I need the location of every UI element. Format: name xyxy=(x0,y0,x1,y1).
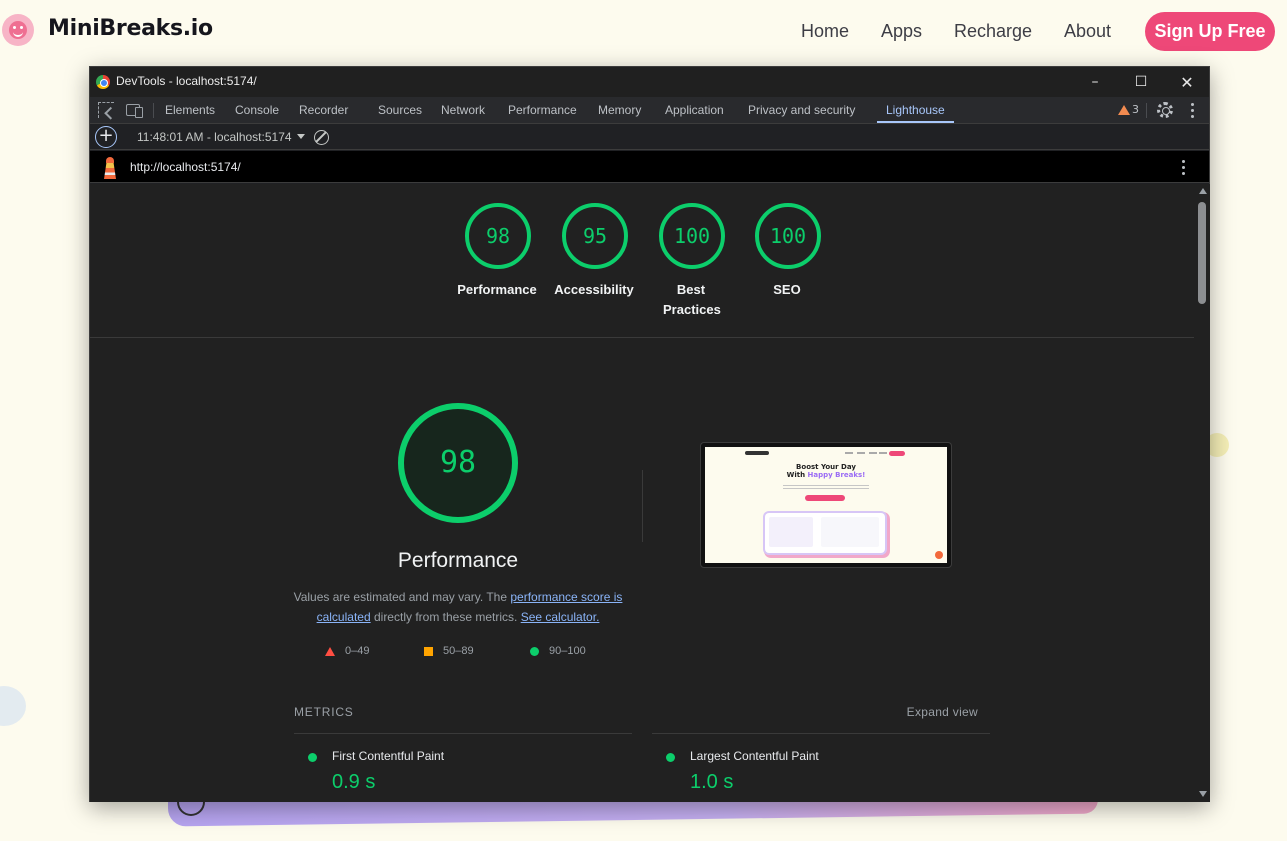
nav-apps-link[interactable]: Apps xyxy=(881,21,922,42)
metric-value: 1.0 s xyxy=(690,771,734,793)
gauge-label: Accessibility xyxy=(554,282,634,297)
devtools-tabbar: Elements Console Recorder Sources Networ… xyxy=(90,97,1209,124)
metric-value: 0.9 s xyxy=(332,771,376,793)
tab-performance[interactable]: Performance xyxy=(508,97,577,123)
expand-view-toggle[interactable]: Expand view xyxy=(907,705,978,719)
tab-privacy-security[interactable]: Privacy and security xyxy=(748,97,855,123)
legend-label: 0–49 xyxy=(345,645,370,657)
legend-fail: 0–49 xyxy=(325,645,369,657)
maximize-button[interactable]: ☐ xyxy=(1118,67,1164,97)
gauge-score: 100 xyxy=(673,224,711,248)
legend-pass: 90–100 xyxy=(530,645,586,657)
device-toolbar-icon[interactable] xyxy=(126,104,143,118)
metric-name: Largest Contentful Paint xyxy=(690,749,819,763)
window-title: DevTools - localhost:5174/ xyxy=(116,74,257,88)
report-url: http://localhost:5174/ xyxy=(130,160,241,174)
report-selector[interactable]: 11:48:01 AM - localhost:5174 xyxy=(137,130,305,144)
warnings-badge[interactable]: 3 xyxy=(1118,103,1139,116)
signup-button[interactable]: Sign Up Free xyxy=(1145,12,1275,51)
metric-name: First Contentful Paint xyxy=(332,749,445,763)
close-button[interactable]: ✕ xyxy=(1164,67,1210,97)
site-logo-icon[interactable] xyxy=(2,14,34,46)
legend-label: 50–89 xyxy=(443,645,474,657)
category-title: Performance xyxy=(397,549,519,572)
tab-elements[interactable]: Elements xyxy=(165,97,215,123)
metric-lcp: Largest Contentful Paint 1.0 s xyxy=(652,733,990,802)
decorative-circle xyxy=(0,686,26,726)
gauge-score: 95 xyxy=(582,224,608,248)
site-header: MiniBreaks.io Home Apps Recharge About S… xyxy=(0,0,1287,64)
see-calculator-link[interactable]: See calculator. xyxy=(521,610,600,624)
warning-count: 3 xyxy=(1132,103,1139,116)
tab-network[interactable]: Network xyxy=(441,97,485,123)
warning-icon xyxy=(1118,104,1130,115)
tab-lighthouse[interactable]: Lighthouse xyxy=(877,97,954,123)
nav-about-link[interactable]: About xyxy=(1064,21,1111,42)
clear-reports-icon[interactable] xyxy=(314,130,329,145)
scroll-down-arrow-icon[interactable] xyxy=(1199,791,1207,797)
pass-circle-icon xyxy=(666,753,675,762)
divider xyxy=(90,337,1194,338)
performance-description: Values are estimated and may vary. The p… xyxy=(288,587,628,627)
gauge-label: Performance xyxy=(457,282,537,297)
report-menu-icon[interactable] xyxy=(1182,160,1186,178)
description-text: Values are estimated and may vary. The xyxy=(293,590,511,604)
metric-fcp: First Contentful Paint 0.9 s xyxy=(294,733,632,802)
circle-icon xyxy=(530,646,539,656)
triangle-icon xyxy=(325,646,335,656)
settings-gear-icon[interactable] xyxy=(1157,102,1173,118)
scroll-up-arrow-icon[interactable] xyxy=(1199,188,1207,194)
legend-average: 50–89 xyxy=(424,645,474,657)
site-brand[interactable]: MiniBreaks.io xyxy=(48,16,213,41)
report-url-bar: http://localhost:5174/ xyxy=(90,151,1209,183)
divider xyxy=(1146,103,1147,118)
square-icon xyxy=(424,646,433,656)
lighthouse-icon xyxy=(103,157,117,179)
scroll-thumb[interactable] xyxy=(1198,202,1206,304)
lighthouse-toolbar: + 11:48:01 AM - localhost:5174 xyxy=(90,124,1209,150)
final-screenshot-thumbnail[interactable]: Boost Your Day With Happy Breaks! xyxy=(701,443,951,567)
divider xyxy=(153,103,154,118)
tab-application[interactable]: Application xyxy=(665,97,724,123)
gauge-label: Best Practices xyxy=(663,282,721,317)
inspect-element-icon[interactable] xyxy=(98,102,114,118)
tab-console[interactable]: Console xyxy=(235,97,279,123)
new-report-button[interactable]: + xyxy=(95,126,117,148)
gauge-best-practices[interactable]: 100 xyxy=(659,203,725,269)
gauge-performance[interactable]: 98 xyxy=(465,203,531,269)
gauge-label: SEO xyxy=(773,282,801,297)
devtools-window: DevTools - localhost:5174/ – ☐ ✕ Element… xyxy=(89,66,1210,802)
tab-memory[interactable]: Memory xyxy=(598,97,641,123)
performance-gauge-large: 98 xyxy=(398,403,518,523)
pass-circle-icon xyxy=(308,753,317,762)
report-scrollbar[interactable] xyxy=(1194,184,1210,802)
thumbnail-headline-line: Boost Your Day xyxy=(796,463,856,471)
tab-sources[interactable]: Sources xyxy=(378,97,422,123)
lighthouse-report: 98 Performance 95 Accessibility 100 Best… xyxy=(90,184,1194,802)
minimize-button[interactable]: – xyxy=(1072,67,1118,97)
legend-label: 90–100 xyxy=(549,645,586,657)
chrome-icon xyxy=(96,75,110,89)
report-selector-value: 11:48:01 AM - localhost:5174 xyxy=(137,130,292,144)
more-options-icon[interactable] xyxy=(1191,103,1195,121)
nav-home-link[interactable]: Home xyxy=(801,21,849,42)
thumbnail-headline-line: With xyxy=(786,471,808,479)
metrics-header: METRICS Expand view xyxy=(294,705,990,725)
window-titlebar[interactable]: DevTools - localhost:5174/ – ☐ ✕ xyxy=(90,67,1209,97)
gauge-score: 98 xyxy=(439,445,477,480)
tab-recorder[interactable]: Recorder xyxy=(299,97,348,123)
gauge-score: 100 xyxy=(769,224,807,248)
nav-recharge-link[interactable]: Recharge xyxy=(954,21,1032,42)
thumbnail-headline: Boost Your Day With Happy Breaks! xyxy=(705,463,947,479)
divider xyxy=(642,470,643,542)
metrics-title: METRICS xyxy=(294,705,354,719)
thumbnail-headline-highlight: Happy Breaks! xyxy=(807,471,866,479)
description-text: directly from these metrics. xyxy=(370,610,521,624)
chevron-down-icon xyxy=(296,134,305,139)
gauge-accessibility[interactable]: 95 xyxy=(562,203,628,269)
gauge-seo[interactable]: 100 xyxy=(755,203,821,269)
gauge-score: 98 xyxy=(485,224,511,248)
